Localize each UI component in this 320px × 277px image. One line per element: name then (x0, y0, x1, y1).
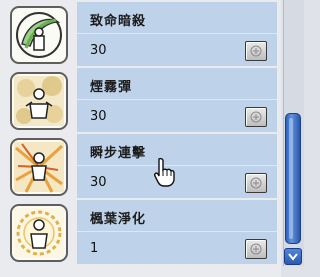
plus-icon (250, 243, 262, 255)
skill-name: 致命暗殺 (90, 14, 147, 29)
skill-level-up-button[interactable] (245, 41, 267, 61)
skill-list-panel: 致命暗殺 30 煙霧彈 30 瞬步連擊 30 楓葉淨化 1 (0, 0, 281, 277)
skill-level: 30 (90, 175, 107, 190)
skill-level-up-button[interactable] (245, 239, 267, 259)
skill-info: 致命暗殺 30 (77, 2, 277, 66)
scroll-down-button[interactable] (284, 248, 302, 265)
skill-name: 瞬步連擊 (90, 146, 147, 161)
scrollbar-thumb[interactable] (285, 113, 301, 244)
skill-info: 楓葉淨化 1 (77, 200, 277, 264)
fatal-assassination-icon (10, 6, 68, 64)
skill-row: 楓葉淨化 1 (5, 200, 277, 266)
skill-level-up-button[interactable] (245, 173, 267, 193)
flash-step-combo-icon (10, 138, 68, 196)
skill-info: 煙霧彈 30 (77, 68, 277, 132)
maple-purification-icon (10, 204, 68, 262)
skill-level: 30 (90, 109, 107, 124)
plus-icon (250, 45, 262, 57)
plus-icon (250, 111, 262, 123)
skill-row: 瞬步連擊 30 (5, 134, 277, 200)
skill-row: 致命暗殺 30 (5, 2, 277, 68)
skill-level-up-button[interactable] (245, 107, 267, 127)
skill-level: 30 (90, 43, 107, 58)
plus-icon (250, 177, 262, 189)
skill-name: 楓葉淨化 (90, 212, 147, 227)
hand-cursor-icon (154, 157, 175, 187)
skill-level: 1 (90, 241, 99, 256)
chevron-down-icon (288, 253, 298, 261)
smoke-bomb-icon (10, 72, 68, 130)
skill-row: 煙霧彈 30 (5, 68, 277, 134)
skill-name: 煙霧彈 (90, 80, 133, 95)
